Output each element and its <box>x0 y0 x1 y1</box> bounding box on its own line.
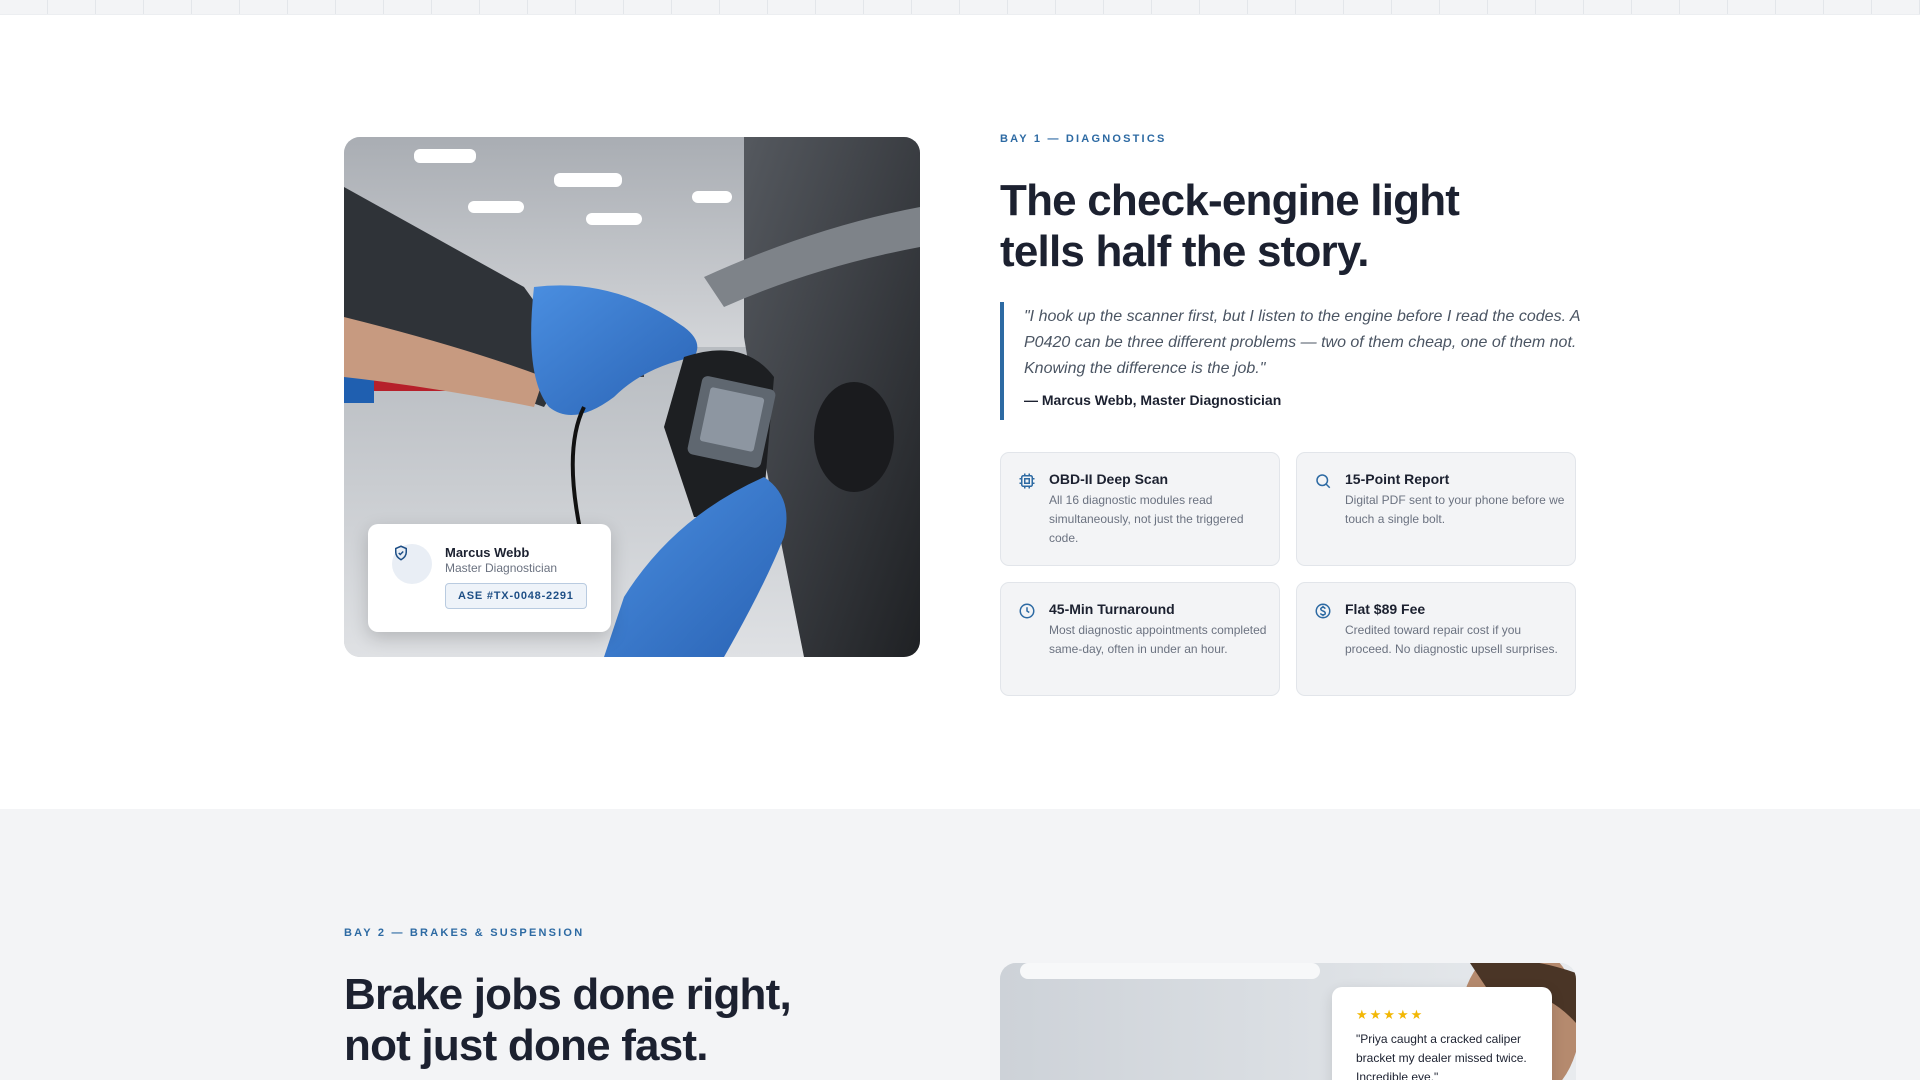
quote-author: — Marcus Webb, Master Diagnostician <box>1024 392 1282 408</box>
technician-role: Master Diagnostician <box>445 561 558 575</box>
feature-desc: Most diagnostic appointments completed s… <box>1049 623 1267 656</box>
feature-card-turnaround: 45-Min Turnaround Most diagnostic appoin… <box>1000 582 1280 696</box>
brakes-photo: ★★★★★ "Priya caught a cracked caliper br… <box>1000 963 1576 1080</box>
bay1-title-line2: tells half the story. <box>1000 227 1370 276</box>
feature-card-report: 15-Point Report Digital PDF sent to your… <box>1296 452 1576 566</box>
bay2-title-line2: not just done fast. <box>344 1021 708 1070</box>
feature-title: OBD-II Deep Scan <box>1049 471 1169 487</box>
clock-icon <box>1019 603 1035 619</box>
technician-name: Marcus Webb <box>445 545 530 560</box>
feature-card-obd: OBD-II Deep Scan All 16 diagnostic modul… <box>1000 452 1280 566</box>
technician-card: Marcus Webb Master Diagnostician ASE #TX… <box>368 524 611 632</box>
bay1-eyebrow: BAY 1 — DIAGNOSTICS <box>1000 133 1167 145</box>
diagnostics-photo: Marcus Webb Master Diagnostician ASE #TX… <box>344 137 920 657</box>
feature-card-fee: Flat $89 Fee Credited toward repair cost… <box>1296 582 1576 696</box>
bay1-title-line1: The check-engine light <box>1000 176 1460 225</box>
customer-review-card: ★★★★★ "Priya caught a cracked caliper br… <box>1332 987 1552 1080</box>
feature-title: Flat $89 Fee <box>1345 601 1426 617</box>
bay2-title-line1: Brake jobs done right, <box>344 970 792 1019</box>
bay1-section: Marcus Webb Master Diagnostician ASE #TX… <box>0 15 1920 809</box>
feature-desc: Credited toward repair cost if you proce… <box>1345 623 1558 656</box>
dollar-circle-icon <box>1315 603 1331 619</box>
quote-text: "I hook up the scanner first, but I list… <box>1024 308 1580 377</box>
bay2-title: Brake jobs done right, not just done fas… <box>344 969 792 1071</box>
certification-badge: ASE #TX-0048-2291 <box>445 583 587 609</box>
rating-stars: ★★★★★ <box>1356 1007 1425 1022</box>
feature-title: 45-Min Turnaround <box>1049 601 1175 617</box>
bay2-section: BAY 2 — BRAKES & SUSPENSION Brake jobs d… <box>0 809 1920 1080</box>
bay1-title: The check-engine light tells half the st… <box>1000 175 1460 277</box>
chip-icon <box>1019 473 1035 489</box>
feature-desc: All 16 diagnostic modules read simultane… <box>1049 493 1244 545</box>
shield-check-icon <box>392 544 432 584</box>
review-text: "Priya caught a cracked caliper bracket … <box>1356 1032 1527 1080</box>
search-icon <box>1316 474 1331 489</box>
technician-quote: "I hook up the scanner first, but I list… <box>1000 302 1580 420</box>
feature-title: 15-Point Report <box>1345 471 1450 487</box>
feature-desc: Digital PDF sent to your phone before we… <box>1345 493 1565 526</box>
bay2-eyebrow: BAY 2 — BRAKES & SUSPENSION <box>344 927 585 939</box>
